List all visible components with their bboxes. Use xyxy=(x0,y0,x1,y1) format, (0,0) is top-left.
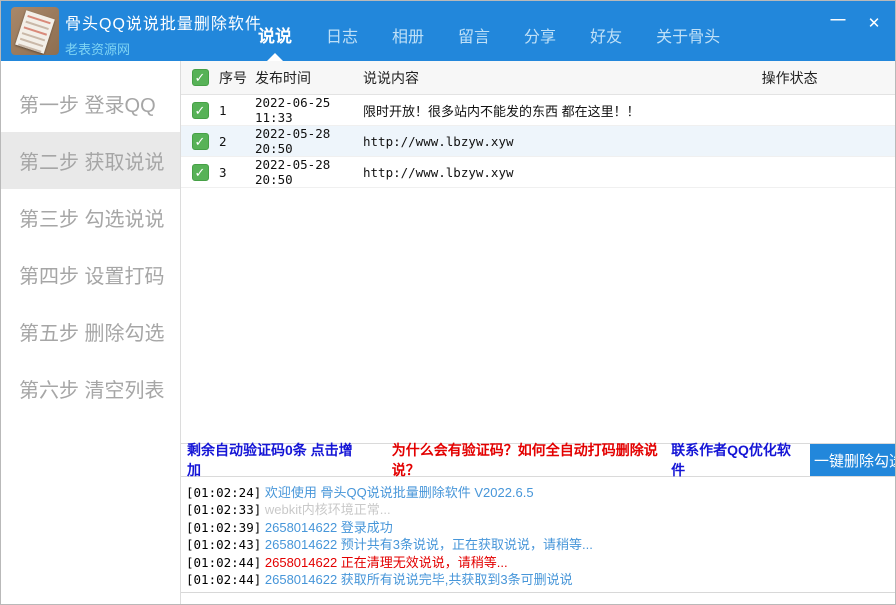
main-panel: ✓ 序号 发布时间 说说内容 操作状态 ✓ 1 2022-06-25 11:33… xyxy=(181,61,896,604)
table-row[interactable]: ✓ 1 2022-06-25 11:33 限时开放！很多站内不能发的东西 都在这… xyxy=(181,95,896,126)
log-line: [01:02:43] 2658014622 预计共有3条说说，正在获取说说，请稍… xyxy=(186,536,896,553)
log-timestamp: [01:02:39] xyxy=(186,520,261,535)
tab-label: 分享 xyxy=(524,29,556,46)
tab-shuoshuo[interactable]: 说说 xyxy=(241,22,309,61)
log-line: [01:02:39] 2658014622 登录成功 xyxy=(186,519,896,536)
app-window: 骨头QQ说说批量删除软件 老表资源网 说说 日志 相册 留言 分享 好友 关于骨… xyxy=(0,0,896,605)
log-message: 2658014622 登录成功 xyxy=(265,520,393,535)
log-timestamp: [01:02:24] xyxy=(186,485,261,500)
sidebar-item-step5-delete[interactable]: 第五步 删除勾选 xyxy=(1,303,180,360)
sidebar-item-label: 第五步 删除勾选 xyxy=(19,317,165,346)
row-content: http://www.lbzyw.xyw xyxy=(363,134,640,149)
delete-checked-button[interactable]: 一键删除勾选说说 xyxy=(810,444,896,476)
title-block: 骨头QQ说说批量删除软件 老表资源网 xyxy=(65,10,262,58)
col-header-content: 说说内容 xyxy=(363,68,640,88)
sidebar-item-label: 第一步 登录QQ xyxy=(19,89,156,118)
tab-fenxiang[interactable]: 分享 xyxy=(507,23,573,61)
col-header-time: 发布时间 xyxy=(255,68,363,88)
table-row[interactable]: ✓ 3 2022-05-28 20:50 http://www.lbzyw.xy… xyxy=(181,157,896,188)
app-title: 骨头QQ说说批量删除软件 xyxy=(65,10,262,34)
log-message: 欢迎使用 骨头QQ说说批量删除软件 V2022.6.5 xyxy=(265,485,534,500)
col-header-status: 操作状态 xyxy=(640,68,896,88)
row-index: 3 xyxy=(219,165,255,180)
log-timestamp: [01:02:33] xyxy=(186,502,261,517)
captcha-remaining-link[interactable]: 剩余自动验证码0条 点击增加 xyxy=(187,440,358,480)
sidebar-item-label: 第二步 获取说说 xyxy=(19,146,165,175)
nav-tabs: 说说 日志 相册 留言 分享 好友 关于骨头 xyxy=(241,1,737,61)
sidebar-item-label: 第三步 勾选说说 xyxy=(19,203,165,232)
tab-label: 日志 xyxy=(326,29,358,46)
log-line: [01:02:44] 2658014622 获取所有说说完毕,共获取到3条可删说… xyxy=(186,571,896,588)
log-message: 2658014622 预计共有3条说说，正在获取说说，请稍等... xyxy=(265,537,593,552)
row-index: 1 xyxy=(219,103,255,118)
row-checkbox[interactable]: ✓ xyxy=(192,102,209,119)
steps-sidebar: 第一步 登录QQ 第二步 获取说说 第三步 勾选说说 第四步 设置打码 第五步 … xyxy=(1,61,181,604)
tab-haoyou[interactable]: 好友 xyxy=(573,23,639,61)
log-line: [01:02:44] 2658014622 正在清理无效说说，请稍等... xyxy=(186,554,896,571)
active-tab-caret xyxy=(267,53,283,61)
tab-label: 说说 xyxy=(258,27,292,46)
select-all-checkbox[interactable]: ✓ xyxy=(192,69,209,86)
row-checkbox[interactable]: ✓ xyxy=(192,164,209,181)
log-message: 2658014622 正在清理无效说说，请稍等... xyxy=(265,555,508,570)
app-logo-icon xyxy=(11,7,59,55)
log-line: [01:02:24] 欢迎使用 骨头QQ说说批量删除软件 V2022.6.5 xyxy=(186,484,896,501)
tab-about[interactable]: 关于骨头 xyxy=(639,23,737,61)
captcha-help-link[interactable]: 为什么会有验证码？如何全自动打码删除说说？ xyxy=(392,440,671,480)
sidebar-item-step1-login[interactable]: 第一步 登录QQ xyxy=(1,75,180,132)
sidebar-item-step3-check[interactable]: 第三步 勾选说说 xyxy=(1,189,180,246)
contact-author-link[interactable]: 联系作者QQ优化软件 xyxy=(671,440,798,480)
table-row[interactable]: ✓ 2 2022-05-28 20:50 http://www.lbzyw.xy… xyxy=(181,126,896,157)
log-line: [01:02:33] webkit内核环境正常... xyxy=(186,501,896,518)
row-content: 限时开放！很多站内不能发的东西 都在这里！！ xyxy=(363,101,640,120)
sidebar-item-step2-fetch[interactable]: 第二步 获取说说 xyxy=(1,132,180,189)
row-time: 2022-05-28 20:50 xyxy=(255,126,363,156)
close-button[interactable]: ✕ xyxy=(861,13,887,35)
log-timestamp: [01:02:44] xyxy=(186,555,261,570)
tab-liuyan[interactable]: 留言 xyxy=(441,23,507,61)
sidebar-item-label: 第六步 清空列表 xyxy=(19,374,165,403)
row-time: 2022-06-25 11:33 xyxy=(255,95,363,125)
window-controls: — ✕ xyxy=(825,13,887,35)
log-timestamp: [01:02:44] xyxy=(186,572,261,587)
sidebar-item-step6-clear[interactable]: 第六步 清空列表 xyxy=(1,360,180,417)
tab-rizhi[interactable]: 日志 xyxy=(309,23,375,61)
log-message: webkit内核环境正常... xyxy=(265,502,391,517)
row-checkbox[interactable]: ✓ xyxy=(192,133,209,150)
sidebar-item-label: 第四步 设置打码 xyxy=(19,260,165,289)
tab-label: 关于骨头 xyxy=(656,29,720,46)
log-timestamp: [01:02:43] xyxy=(186,537,261,552)
tab-label: 相册 xyxy=(392,29,424,46)
action-bar: 剩余自动验证码0条 点击增加 为什么会有验证码？如何全自动打码删除说说？ 联系作… xyxy=(181,443,896,477)
tab-label: 好友 xyxy=(590,29,622,46)
col-header-index: 序号 xyxy=(219,68,255,88)
app-subtitle: 老表资源网 xyxy=(65,39,262,58)
title-bar: 骨头QQ说说批量删除软件 老表资源网 说说 日志 相册 留言 分享 好友 关于骨… xyxy=(1,1,895,61)
tab-label: 留言 xyxy=(458,29,490,46)
row-content: http://www.lbzyw.xyw xyxy=(363,165,640,180)
log-panel: [01:02:24] 欢迎使用 骨头QQ说说批量删除软件 V2022.6.5 [… xyxy=(181,479,896,593)
log-message: 2658014622 获取所有说说完毕,共获取到3条可删说说 xyxy=(265,572,573,587)
table-header-row: ✓ 序号 发布时间 说说内容 操作状态 xyxy=(181,61,896,95)
minimize-button[interactable]: — xyxy=(825,13,851,35)
tab-xiangce[interactable]: 相册 xyxy=(375,23,441,61)
row-index: 2 xyxy=(219,134,255,149)
sidebar-item-step4-captcha[interactable]: 第四步 设置打码 xyxy=(1,246,180,303)
row-time: 2022-05-28 20:50 xyxy=(255,157,363,187)
